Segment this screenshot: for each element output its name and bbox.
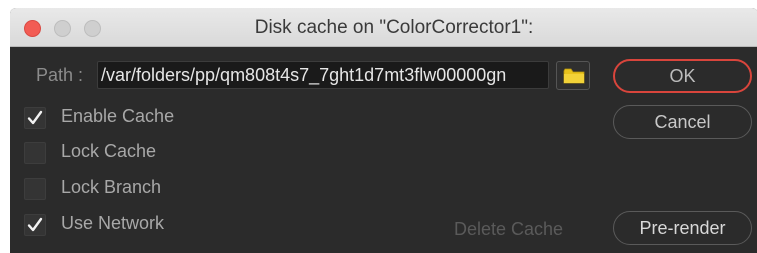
cancel-button[interactable]: Cancel (613, 105, 752, 139)
path-label: Path : (36, 65, 84, 85)
folder-icon (563, 68, 585, 84)
prerender-button[interactable]: Pre-render (613, 211, 752, 245)
lock-branch-checkbox[interactable] (24, 178, 46, 200)
lock-cache-checkbox[interactable] (24, 142, 46, 164)
disk-cache-dialog: Disk cache on "ColorCorrector1": Path : … (10, 8, 757, 253)
checkmark-icon (27, 217, 43, 232)
use-network-label: Use Network (61, 213, 165, 233)
use-network-checkbox[interactable] (24, 214, 46, 236)
window-title: Disk cache on "ColorCorrector1": (254, 17, 534, 38)
lock-branch-label: Lock Branch (61, 177, 162, 197)
title-bar: Disk cache on "ColorCorrector1": (10, 8, 757, 47)
ok-button[interactable]: OK (613, 59, 752, 93)
lock-cache-label: Lock Cache (61, 141, 157, 161)
enable-cache-checkbox[interactable] (24, 107, 46, 129)
enable-cache-label: Enable Cache (61, 106, 175, 126)
path-input[interactable]: /var/folders/pp/qm808t4s7_7ght1d7mt3flw0… (97, 61, 549, 89)
browse-folder-button[interactable] (556, 61, 590, 90)
checkmark-icon (27, 110, 43, 125)
delete-cache-button[interactable]: Delete Cache (454, 219, 563, 240)
